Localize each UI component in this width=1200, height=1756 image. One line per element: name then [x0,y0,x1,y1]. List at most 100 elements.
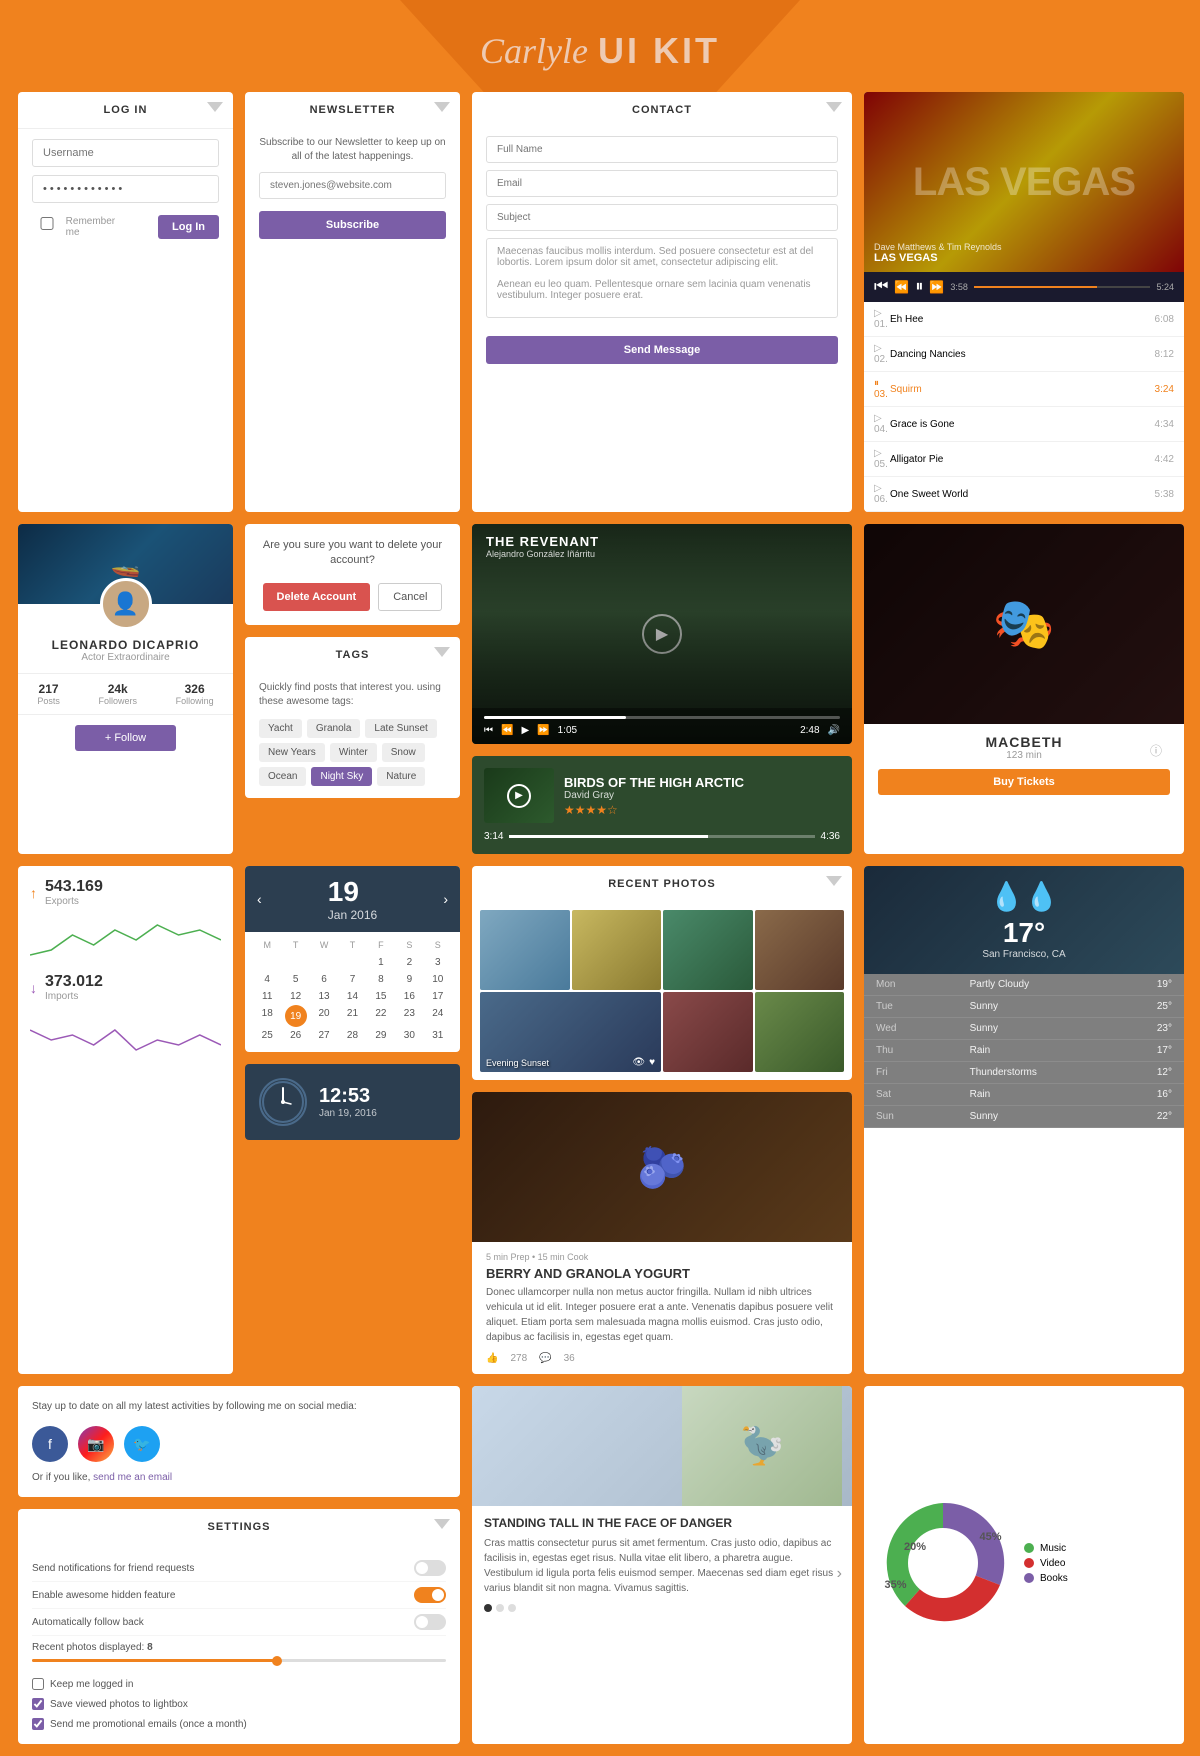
track-5[interactable]: ▷ 05. Alligator Pie 4:42 [864,442,1184,477]
facebook-icon[interactable]: f [32,1426,68,1462]
track-2[interactable]: ▷ 02. Dancing Nancies 8:12 [864,337,1184,372]
col-2-cal-clock: ‹ 19 Jan 2016 › MTWTFSS 1 2 3 [245,866,460,1374]
imports-label: Imports [45,991,103,1002]
imports-chart [30,1010,221,1060]
exports-row: ↑ 543.169 Exports [30,878,221,907]
photo-5[interactable]: Evening Sunset 👁 ♥ [480,992,661,1072]
article-title: STANDING TALL IN THE FACE OF DANGER [484,1516,840,1532]
tag-granola[interactable]: Granola [307,719,361,738]
volume-icon[interactable]: 🔊 [828,725,840,736]
login-button[interactable]: Log In [158,215,219,239]
auto-follow-label: Automatically follow back [32,1617,414,1628]
tag-new-years[interactable]: New Years [259,743,325,762]
tag-night-sky[interactable]: Night Sky [311,767,372,786]
cal-today[interactable]: 19 [285,1005,307,1027]
subscribe-button[interactable]: Subscribe [259,211,446,239]
photos-grid: Evening Sunset 👁 ♥ [472,902,852,1080]
photo-heart-icon[interactable]: ♥ [649,1057,655,1068]
auto-follow-toggle[interactable] [414,1614,446,1630]
photo-6[interactable] [663,992,753,1072]
track-num: ▷ 05. [874,448,890,470]
music-player-card: LAS VEGAS Dave Matthews & Tim Reynolds L… [864,92,1184,512]
track-num: ▷ 06. [874,483,890,505]
music-progress-bar[interactable] [974,286,1151,288]
tag-ocean[interactable]: Ocean [259,767,306,786]
article-next-icon[interactable]: › [837,1565,842,1583]
track-4[interactable]: ▷ 04. Grace is Gone 4:34 [864,407,1184,442]
promo-checkbox[interactable] [32,1718,44,1730]
birds-progress-bar[interactable] [509,835,814,838]
row-4: Stay up to date on all my latest activit… [0,1386,1200,1756]
photo-7[interactable] [755,992,845,1072]
video-back-icon[interactable]: ⏪ [501,725,513,736]
page-header: Carlyle UI KIT [0,0,1200,92]
photo-1[interactable] [480,910,570,990]
setting-hidden-feature: Enable awesome hidden feature [32,1582,446,1609]
dot-1[interactable] [484,1604,492,1612]
tag-winter[interactable]: Winter [330,743,377,762]
password-input[interactable] [32,175,219,203]
photos-slider[interactable] [32,1659,446,1662]
calendar-card: ‹ 19 Jan 2016 › MTWTFSS 1 2 3 [245,866,460,1052]
message-textarea[interactable]: Maecenas faucibus mollis interdum. Sed p… [486,238,838,318]
music-forward-icon[interactable]: ⏩ [929,280,944,294]
exports-value: 543.169 [45,878,103,896]
email-link[interactable]: send me an email [93,1472,172,1483]
tag-snow[interactable]: Snow [382,743,425,762]
posts-count: 217 [37,682,60,696]
checkbox-lightbox: Save viewed photos to lightbox [32,1694,446,1714]
video-rewind-icon[interactable]: ⏮ [484,725,493,736]
track-1[interactable]: ▷ 01. Eh Hee 6:08 [864,302,1184,337]
track-6[interactable]: ▷ 06. One Sweet World 5:38 [864,477,1184,512]
photo-eye-icon[interactable]: 👁 [632,1057,645,1068]
cancel-button[interactable]: Cancel [378,583,442,611]
food-description: Donec ullamcorper nulla non metus auctor… [486,1285,838,1345]
instagram-icon[interactable]: 📷 [78,1426,114,1462]
pie-chart: 20% 35% 45% [878,1498,1008,1633]
notifications-toggle[interactable] [414,1560,446,1576]
video-forward-icon[interactable]: ⏩ [537,725,549,736]
tag-nature[interactable]: Nature [377,767,425,786]
username-input[interactable] [32,139,219,167]
twitter-icon[interactable]: 🐦 [124,1426,160,1462]
remember-checkbox[interactable] [32,217,62,230]
cal-next-button[interactable]: › [443,891,448,907]
photo-3[interactable] [663,910,753,990]
photo-caption: Evening Sunset [486,1058,549,1068]
newsletter-email-input[interactable] [259,172,446,199]
food-image: 🫐 [472,1092,852,1242]
contact-email-input[interactable] [486,170,838,197]
contact-card: CONTACT Maecenas faucibus mollis interdu… [472,92,852,512]
track-3-active[interactable]: ⏸ 03. Squirm 3:24 [864,372,1184,407]
cal-prev-button[interactable]: ‹ [257,891,262,907]
dot-3[interactable] [508,1604,516,1612]
logged-in-checkbox[interactable] [32,1678,44,1690]
macbeth-duration: 123 min [878,750,1170,761]
info-icon[interactable]: ⓘ [1150,742,1162,759]
music-rewind-icon[interactable]: ⏪ [894,280,909,294]
photo-2[interactable] [572,910,662,990]
photo-4[interactable] [755,910,845,990]
music-prev-icon[interactable]: ⏮ [874,278,888,296]
buy-tickets-button[interactable]: Buy Tickets [878,769,1170,795]
send-message-button[interactable]: Send Message [486,336,838,364]
birds-play-button[interactable]: ▶ [507,784,531,808]
track-name: Squirm [890,384,1155,395]
track-duration: 6:08 [1155,314,1174,325]
video-play-icon-sm[interactable]: ▶ [521,725,529,736]
food-comment-icon[interactable]: 💬 [539,1353,551,1364]
dot-2[interactable] [496,1604,504,1612]
hidden-feature-toggle[interactable] [414,1587,446,1603]
tag-yacht[interactable]: Yacht [259,719,302,738]
video-progress-bar[interactable] [484,716,840,719]
follow-button[interactable]: + Follow [75,725,176,751]
tag-late-sunset[interactable]: Late Sunset [365,719,436,738]
delete-account-button[interactable]: Delete Account [263,583,371,611]
food-like-icon[interactable]: 👍 [486,1353,498,1364]
fullname-input[interactable] [486,136,838,163]
remember-label[interactable]: Remember me [32,216,115,238]
subject-input[interactable] [486,204,838,231]
article-content: STANDING TALL IN THE FACE OF DANGER Cras… [472,1506,852,1622]
lightbox-checkbox[interactable] [32,1698,44,1710]
music-play-icon[interactable]: ⏸ [915,278,923,296]
